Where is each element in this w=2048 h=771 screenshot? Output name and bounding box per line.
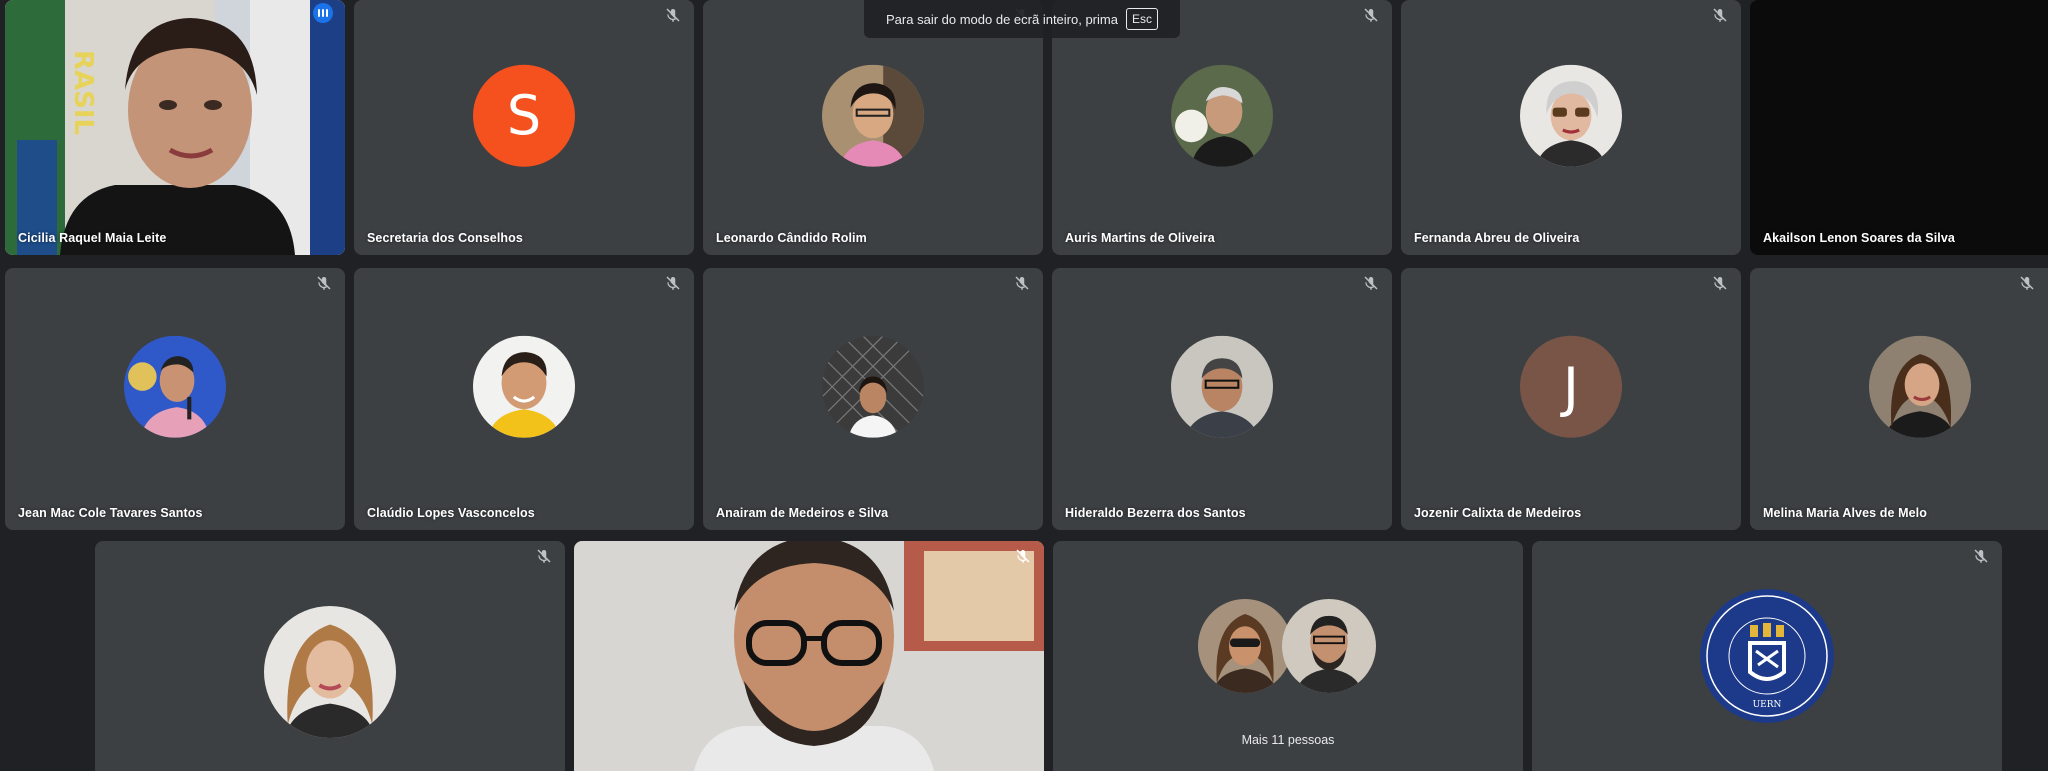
participant-name: Claúdio Lopes Vasconcelos <box>367 506 535 520</box>
participant-name: Akailson Lenon Soares da Silva <box>1763 231 1955 245</box>
participant-tile-leonardo[interactable]: Leonardo Cândido Rolim <box>703 0 1043 255</box>
participant-name: Jean Mac Cole Tavares Santos <box>18 506 203 520</box>
avatar <box>822 335 924 438</box>
avatar <box>822 64 924 167</box>
mic-off-icon <box>315 274 333 292</box>
avatar-letter: S <box>506 83 542 147</box>
avatar <box>124 335 226 438</box>
avatar <box>1282 599 1376 693</box>
participant-tile-jozenir[interactable]: J Jozenir Calixta de Medeiros <box>1401 268 1741 530</box>
participant-name: Fernanda Abreu de Oliveira <box>1414 231 1580 245</box>
participant-name: Anairam de Medeiros e Silva <box>716 506 889 520</box>
avatar <box>473 335 575 438</box>
mic-off-icon <box>1711 6 1729 24</box>
meeting-grid: RASIL Cicilia Raquel Maia Leite S Secret… <box>0 0 2048 771</box>
mic-off-icon <box>2018 274 2036 292</box>
mic-off-icon <box>1362 6 1380 24</box>
avatar: S <box>473 64 575 167</box>
participant-tile-cicilia[interactable]: RASIL Cicilia Raquel Maia Leite <box>5 0 345 255</box>
avatar-letter: J <box>1563 355 1579 419</box>
mic-off-icon <box>1362 274 1380 292</box>
participant-name: Cicilia Raquel Maia Leite <box>18 231 167 245</box>
avatar <box>1171 64 1273 167</box>
mic-off-icon <box>535 547 553 565</box>
mic-off-icon <box>1013 274 1031 292</box>
svg-text:UERN: UERN <box>1753 700 1782 710</box>
participant-tile-row3-1[interactable] <box>95 541 565 771</box>
university-seal-logo: UERN <box>1700 589 1834 723</box>
avatar <box>1520 64 1622 167</box>
participant-tile-more[interactable]: Mais 11 pessoas <box>1053 541 1523 771</box>
participant-name: Leonardo Cândido Rolim <box>716 231 867 245</box>
participant-tile-hideraldo[interactable]: Hideraldo Bezerra dos Santos <box>1052 268 1392 530</box>
participant-name: Secretaria dos Conselhos <box>367 231 523 245</box>
participant-tile-uern[interactable]: UERN <box>1532 541 2002 771</box>
participant-tile-akailson[interactable]: Akailson Lenon Soares da Silva <box>1750 0 2048 255</box>
mic-off-icon <box>1711 274 1729 292</box>
participant-video <box>574 541 1044 771</box>
participant-name: Hideraldo Bezerra dos Santos <box>1065 506 1246 520</box>
avatar: J <box>1520 335 1622 438</box>
participant-tile-secretaria[interactable]: S Secretaria dos Conselhos <box>354 0 694 255</box>
participant-name: Auris Martins de Oliveira <box>1065 231 1215 245</box>
mic-off-icon <box>1972 547 1990 565</box>
participant-tile-row3-video[interactable] <box>574 541 1044 771</box>
avatar <box>264 606 396 738</box>
participant-tile-melina[interactable]: Melina Maria Alves de Melo <box>1750 268 2048 530</box>
avatar-stack <box>1198 599 1378 695</box>
fullscreen-exit-hint: Para sair do modo de ecrã inteiro, prima… <box>864 0 1180 38</box>
participant-tile-auris[interactable]: Auris Martins de Oliveira <box>1052 0 1392 255</box>
participant-video: RASIL <box>5 0 345 255</box>
avatar <box>1198 599 1292 693</box>
mic-off-icon <box>1014 547 1032 565</box>
avatar <box>1171 335 1273 438</box>
mic-off-icon <box>664 6 682 24</box>
avatar <box>1869 335 1971 438</box>
participant-tile-claudio[interactable]: Claúdio Lopes Vasconcelos <box>354 268 694 530</box>
participant-name: Melina Maria Alves de Melo <box>1763 506 1927 520</box>
esc-key-hint[interactable]: Esc <box>1125 8 1158 30</box>
participant-tile-jean[interactable]: Jean Mac Cole Tavares Santos <box>5 268 345 530</box>
svg-text:RASIL: RASIL <box>68 50 98 135</box>
fullscreen-hint-text: Para sair do modo de ecrã inteiro, prima <box>886 11 1118 27</box>
audio-level-icon <box>313 3 333 23</box>
participant-tile-anairam[interactable]: Anairam de Medeiros e Silva <box>703 268 1043 530</box>
mic-off-icon <box>664 274 682 292</box>
more-participants-label: Mais 11 pessoas <box>1241 733 1335 747</box>
participant-tile-fernanda[interactable]: Fernanda Abreu de Oliveira <box>1401 0 1741 255</box>
participant-name: Jozenir Calixta de Medeiros <box>1414 506 1582 520</box>
